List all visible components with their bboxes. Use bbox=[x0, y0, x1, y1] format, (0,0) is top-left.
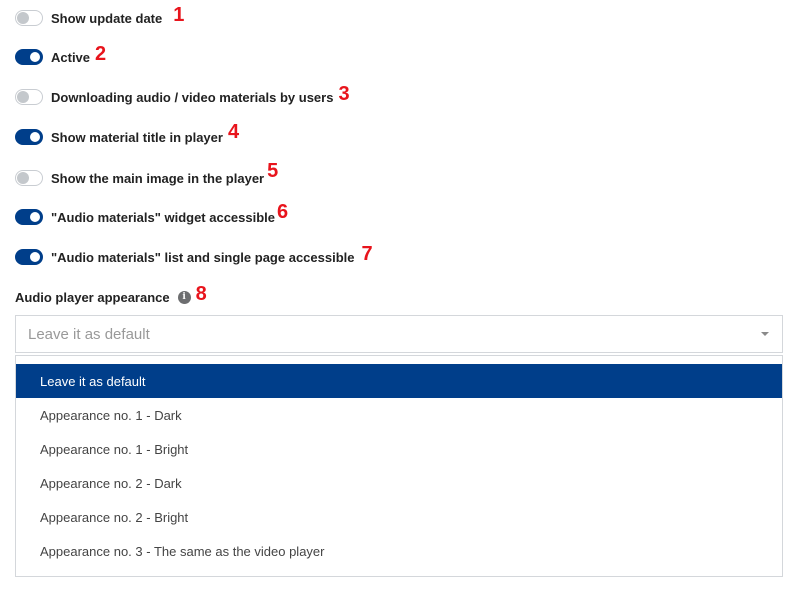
toggle-knob bbox=[17, 172, 29, 184]
toggle-row-active: Active 2 bbox=[15, 43, 107, 67]
toggle-label: "Audio materials" widget accessible bbox=[51, 209, 276, 225]
toggle-row-show-main-image: Show the main image in the player 5 bbox=[15, 161, 278, 188]
toggle-knob bbox=[30, 252, 40, 262]
toggle-label: Show the main image in the player bbox=[51, 170, 265, 186]
toggle-knob bbox=[17, 12, 29, 24]
toggle-switch[interactable] bbox=[15, 170, 43, 186]
dropdown-option[interactable]: Appearance no. 2 - Bright bbox=[16, 500, 782, 534]
toggle-switch[interactable] bbox=[15, 209, 43, 225]
toggle-label: Downloading audio / video materials by u… bbox=[51, 89, 334, 105]
annotation-marker: 5 bbox=[267, 160, 279, 182]
toggle-knob bbox=[30, 212, 40, 222]
dropdown-option[interactable]: Leave it as default bbox=[16, 364, 782, 398]
annotation-marker: 1 bbox=[173, 4, 185, 26]
appearance-label: Audio player appearance bbox=[15, 289, 170, 305]
annotation-marker: 2 bbox=[95, 43, 107, 65]
dropdown-option[interactable]: Appearance no. 1 - Dark bbox=[16, 398, 782, 432]
toggle-row-downloading: Downloading audio / video materials by u… bbox=[15, 83, 350, 107]
appearance-dropdown-list: Leave it as default Appearance no. 1 - D… bbox=[15, 355, 783, 577]
appearance-select[interactable]: Leave it as default bbox=[15, 315, 783, 353]
toggle-label: Show material title in player bbox=[51, 129, 223, 145]
dropdown-option[interactable]: Appearance no. 3 - The same as the video… bbox=[16, 534, 782, 568]
chevron-down-icon[interactable] bbox=[761, 332, 769, 336]
annotation-marker: 8 bbox=[195, 283, 207, 305]
toggle-row-show-material-title: Show material title in player 4 bbox=[15, 122, 239, 147]
toggle-switch[interactable] bbox=[15, 129, 43, 145]
select-value: Leave it as default bbox=[28, 325, 150, 343]
toggle-switch[interactable] bbox=[15, 249, 43, 265]
info-icon[interactable]: i bbox=[177, 290, 191, 304]
toggle-row-widget-accessible: "Audio materials" widget accessible 6 bbox=[15, 202, 288, 227]
appearance-field-label: Audio player appearance i 8 bbox=[15, 283, 207, 307]
annotation-marker: 4 bbox=[227, 121, 240, 143]
toggle-knob bbox=[17, 91, 29, 103]
annotation-marker: 3 bbox=[338, 83, 350, 105]
dropdown-option[interactable]: Appearance no. 1 - Bright bbox=[16, 432, 782, 466]
toggle-switch[interactable] bbox=[15, 10, 43, 26]
toggle-row-list-accessible: "Audio materials" list and single page a… bbox=[15, 243, 373, 267]
toggle-label: "Audio materials" list and single page a… bbox=[51, 249, 355, 265]
dropdown-option[interactable]: Appearance no. 2 - Dark bbox=[16, 466, 782, 500]
toggle-switch[interactable] bbox=[15, 49, 43, 65]
toggle-switch[interactable] bbox=[15, 89, 43, 105]
toggle-label: Active bbox=[51, 49, 91, 65]
annotation-marker: 7 bbox=[361, 243, 373, 265]
toggle-knob bbox=[30, 132, 40, 142]
annotation-marker: 6 bbox=[277, 201, 289, 223]
toggle-knob bbox=[30, 52, 40, 62]
toggle-row-show-update-date: Show update date 1 bbox=[15, 4, 185, 28]
toggle-label: Show update date bbox=[51, 10, 163, 26]
